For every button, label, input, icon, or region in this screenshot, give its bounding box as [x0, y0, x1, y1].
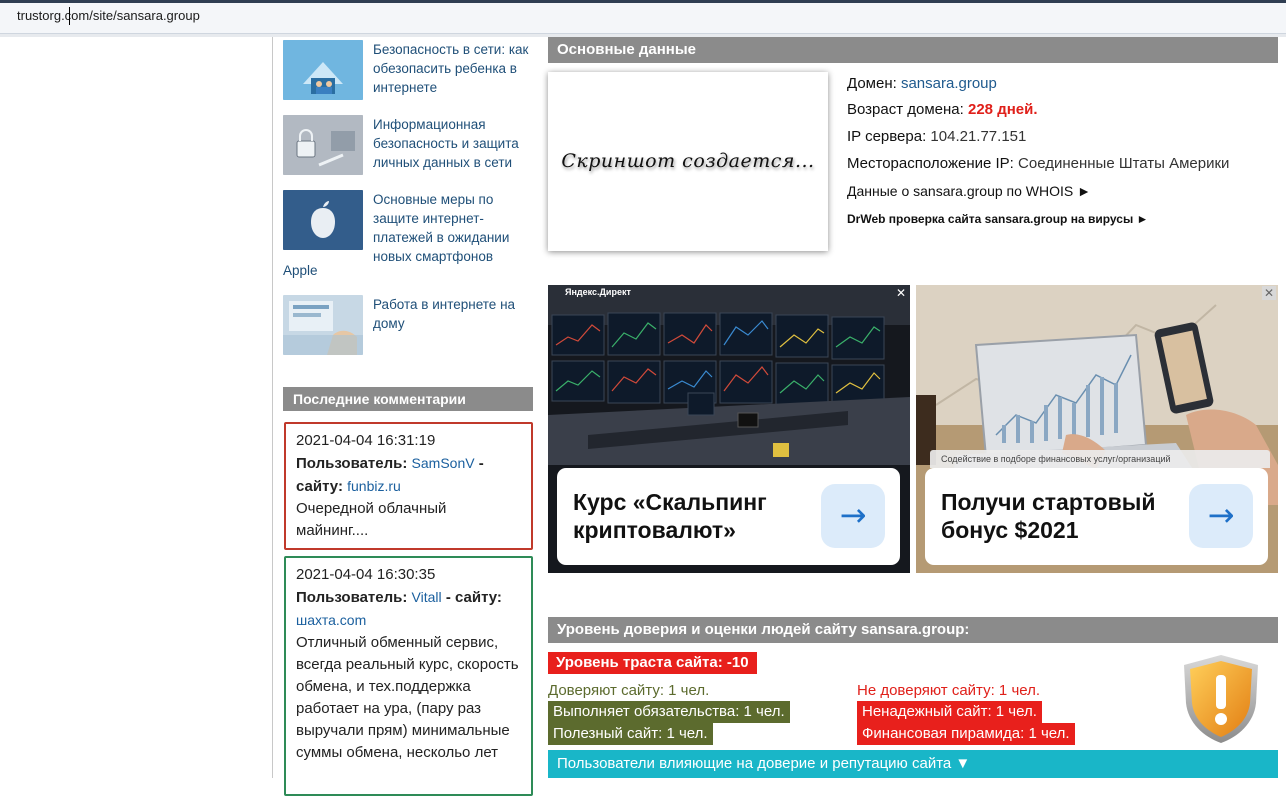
ad-banner-scalping[interactable]: Яндекс.Директ ✕ Курс «Скальпинг криптова… [548, 285, 910, 573]
domain-row: Домен: sansara.group [847, 75, 1286, 92]
url-text[interactable]: trustorg.com/site/sansara.group [17, 8, 200, 23]
ip-row: IP сервера: 104.21.77.151 [847, 128, 1286, 145]
comment-text: Очередной облачный майнинг.... [296, 500, 447, 539]
positive-rating-badge: Выполняет обязательства: 1 чел. [548, 701, 790, 723]
domain-label: Домен: [847, 75, 897, 92]
negative-rating-badge: Ненадежный сайт: 1 чел. [857, 701, 1042, 723]
comment-author-line: Пользователь: Vitall - сайту: шахта.com [296, 586, 521, 632]
comment-card: 2021-04-04 16:30:35 Пользователь: Vitall… [284, 556, 533, 796]
comment-user-link[interactable]: Vitall [412, 589, 442, 605]
site-screenshot-placeholder: Скриншот создается... [548, 72, 828, 251]
ad-headline-line: Курс «Скальпинг [573, 489, 767, 515]
ip-value: 104.21.77.151 [930, 128, 1027, 145]
negative-rating-badge: Финансовая пирамида: 1 чел. [857, 723, 1075, 745]
post-title-tail[interactable]: Apple [283, 263, 318, 278]
ip-label: IP сервера: [847, 128, 927, 145]
comment-date: 2021-04-04 16:31:19 [296, 432, 436, 449]
location-label: Месторасположение IP: [847, 155, 1014, 172]
comment-site-link[interactable]: funbiz.ru [347, 478, 401, 494]
comment-author-line: Пользователь: SamSonV - сайту: funbiz.ru [296, 452, 521, 498]
sidebar-post[interactable]: Безопасность в сети: как обезопасить реб… [283, 40, 533, 102]
yandex-direct-label: Яндекс.Директ [565, 287, 631, 297]
post-title[interactable]: Основные меры по защите интернет-платеже… [373, 190, 538, 266]
arrow-right-icon[interactable]: → [821, 484, 885, 548]
domain-age-label: Возраст домена: [847, 101, 964, 118]
text-caret [69, 7, 70, 25]
address-bar[interactable]: trustorg.com/site/sansara.group [0, 0, 1286, 34]
ad-card[interactable]: Получи стартовый бонус $2021 → [925, 468, 1268, 565]
domain-age-value: 228 дней. [968, 101, 1038, 118]
drweb-link[interactable]: DrWeb проверка сайта sansara.group на ви… [847, 212, 1286, 226]
arrow-right-icon[interactable]: → [1189, 484, 1253, 548]
user-label: Пользователь: [296, 455, 408, 472]
main-data-header: Основные данные [548, 37, 1278, 63]
trust-level-badge: Уровень траста сайта: -10 [548, 652, 757, 674]
warning-shield-icon [1184, 655, 1258, 743]
ad-headline-line: бонус $2021 [941, 517, 1079, 543]
sidebar-post[interactable]: Информационная безопасность и защита лич… [283, 115, 533, 177]
post-title[interactable]: Информационная безопасность и защита лич… [373, 115, 538, 172]
screenshot-status-text: Скриншот создается... [561, 150, 815, 172]
influencing-users-toggle[interactable]: Пользователи влияющие на доверие и репут… [548, 750, 1278, 778]
post-title[interactable]: Безопасность в сети: как обезопасить реб… [373, 40, 538, 97]
comments-header: Последние комментарии [283, 387, 533, 411]
post-thumbnail[interactable] [283, 190, 363, 250]
post-title[interactable]: Работа в интернете на дому [373, 295, 538, 333]
distrust-count: Не доверяют сайту: 1 чел. [857, 682, 1041, 699]
sidebar-post[interactable]: Основные меры по защите интернет-платеже… [283, 190, 533, 282]
ad-headline: Получи стартовый бонус $2021 [941, 488, 1156, 544]
column-divider [272, 37, 273, 778]
window-top-edge [0, 0, 1286, 3]
comment-text: Отличный обменный сервис, всегда реальны… [296, 634, 519, 761]
ad-banner-bonus[interactable]: ✕ Содействие в подборе финансовых услуг/… [916, 285, 1278, 573]
comment-site-link[interactable]: шахта.com [296, 612, 366, 628]
user-label: Пользователь: [296, 589, 408, 606]
domain-age-row: Возраст домена: 228 дней. [847, 101, 1286, 118]
comment-card: 2021-04-04 16:31:19 Пользователь: SamSon… [284, 422, 533, 550]
comment-user-link[interactable]: SamSonV [412, 455, 475, 471]
positive-rating-badge: Полезный сайт: 1 чел. [548, 723, 713, 745]
ad-card[interactable]: Курс «Скальпинг криптовалют» → [557, 468, 900, 565]
ad-close-icon[interactable]: ✕ [1262, 286, 1276, 300]
site-label: - сайту: [445, 589, 502, 606]
ad-disclaimer: Содействие в подборе финансовых услуг/ор… [930, 450, 1270, 468]
post-thumbnail[interactable] [283, 115, 363, 175]
ad-close-icon[interactable]: ✕ [894, 286, 908, 300]
sidebar-post[interactable]: Работа в интернете на дому [283, 295, 533, 357]
location-value: Соединенные Штаты Америки [1018, 155, 1230, 172]
post-thumbnail[interactable] [283, 40, 363, 100]
location-row: Месторасположение IP: Соединенные Штаты … [847, 155, 1286, 172]
ad-headline-line: Получи стартовый [941, 489, 1156, 515]
ad-headline: Курс «Скальпинг криптовалют» [573, 488, 767, 544]
whois-link[interactable]: Данные о sansara.group по WHOIS ► [847, 183, 1286, 199]
comment-date: 2021-04-04 16:30:35 [296, 566, 436, 583]
trust-count: Доверяют сайту: 1 чел. [548, 682, 710, 699]
ad-headline-line: криптовалют» [573, 517, 736, 543]
trust-header: Уровень доверия и оценки людей сайту san… [548, 617, 1278, 643]
domain-value[interactable]: sansara.group [901, 75, 997, 92]
post-thumbnail[interactable] [283, 295, 363, 355]
